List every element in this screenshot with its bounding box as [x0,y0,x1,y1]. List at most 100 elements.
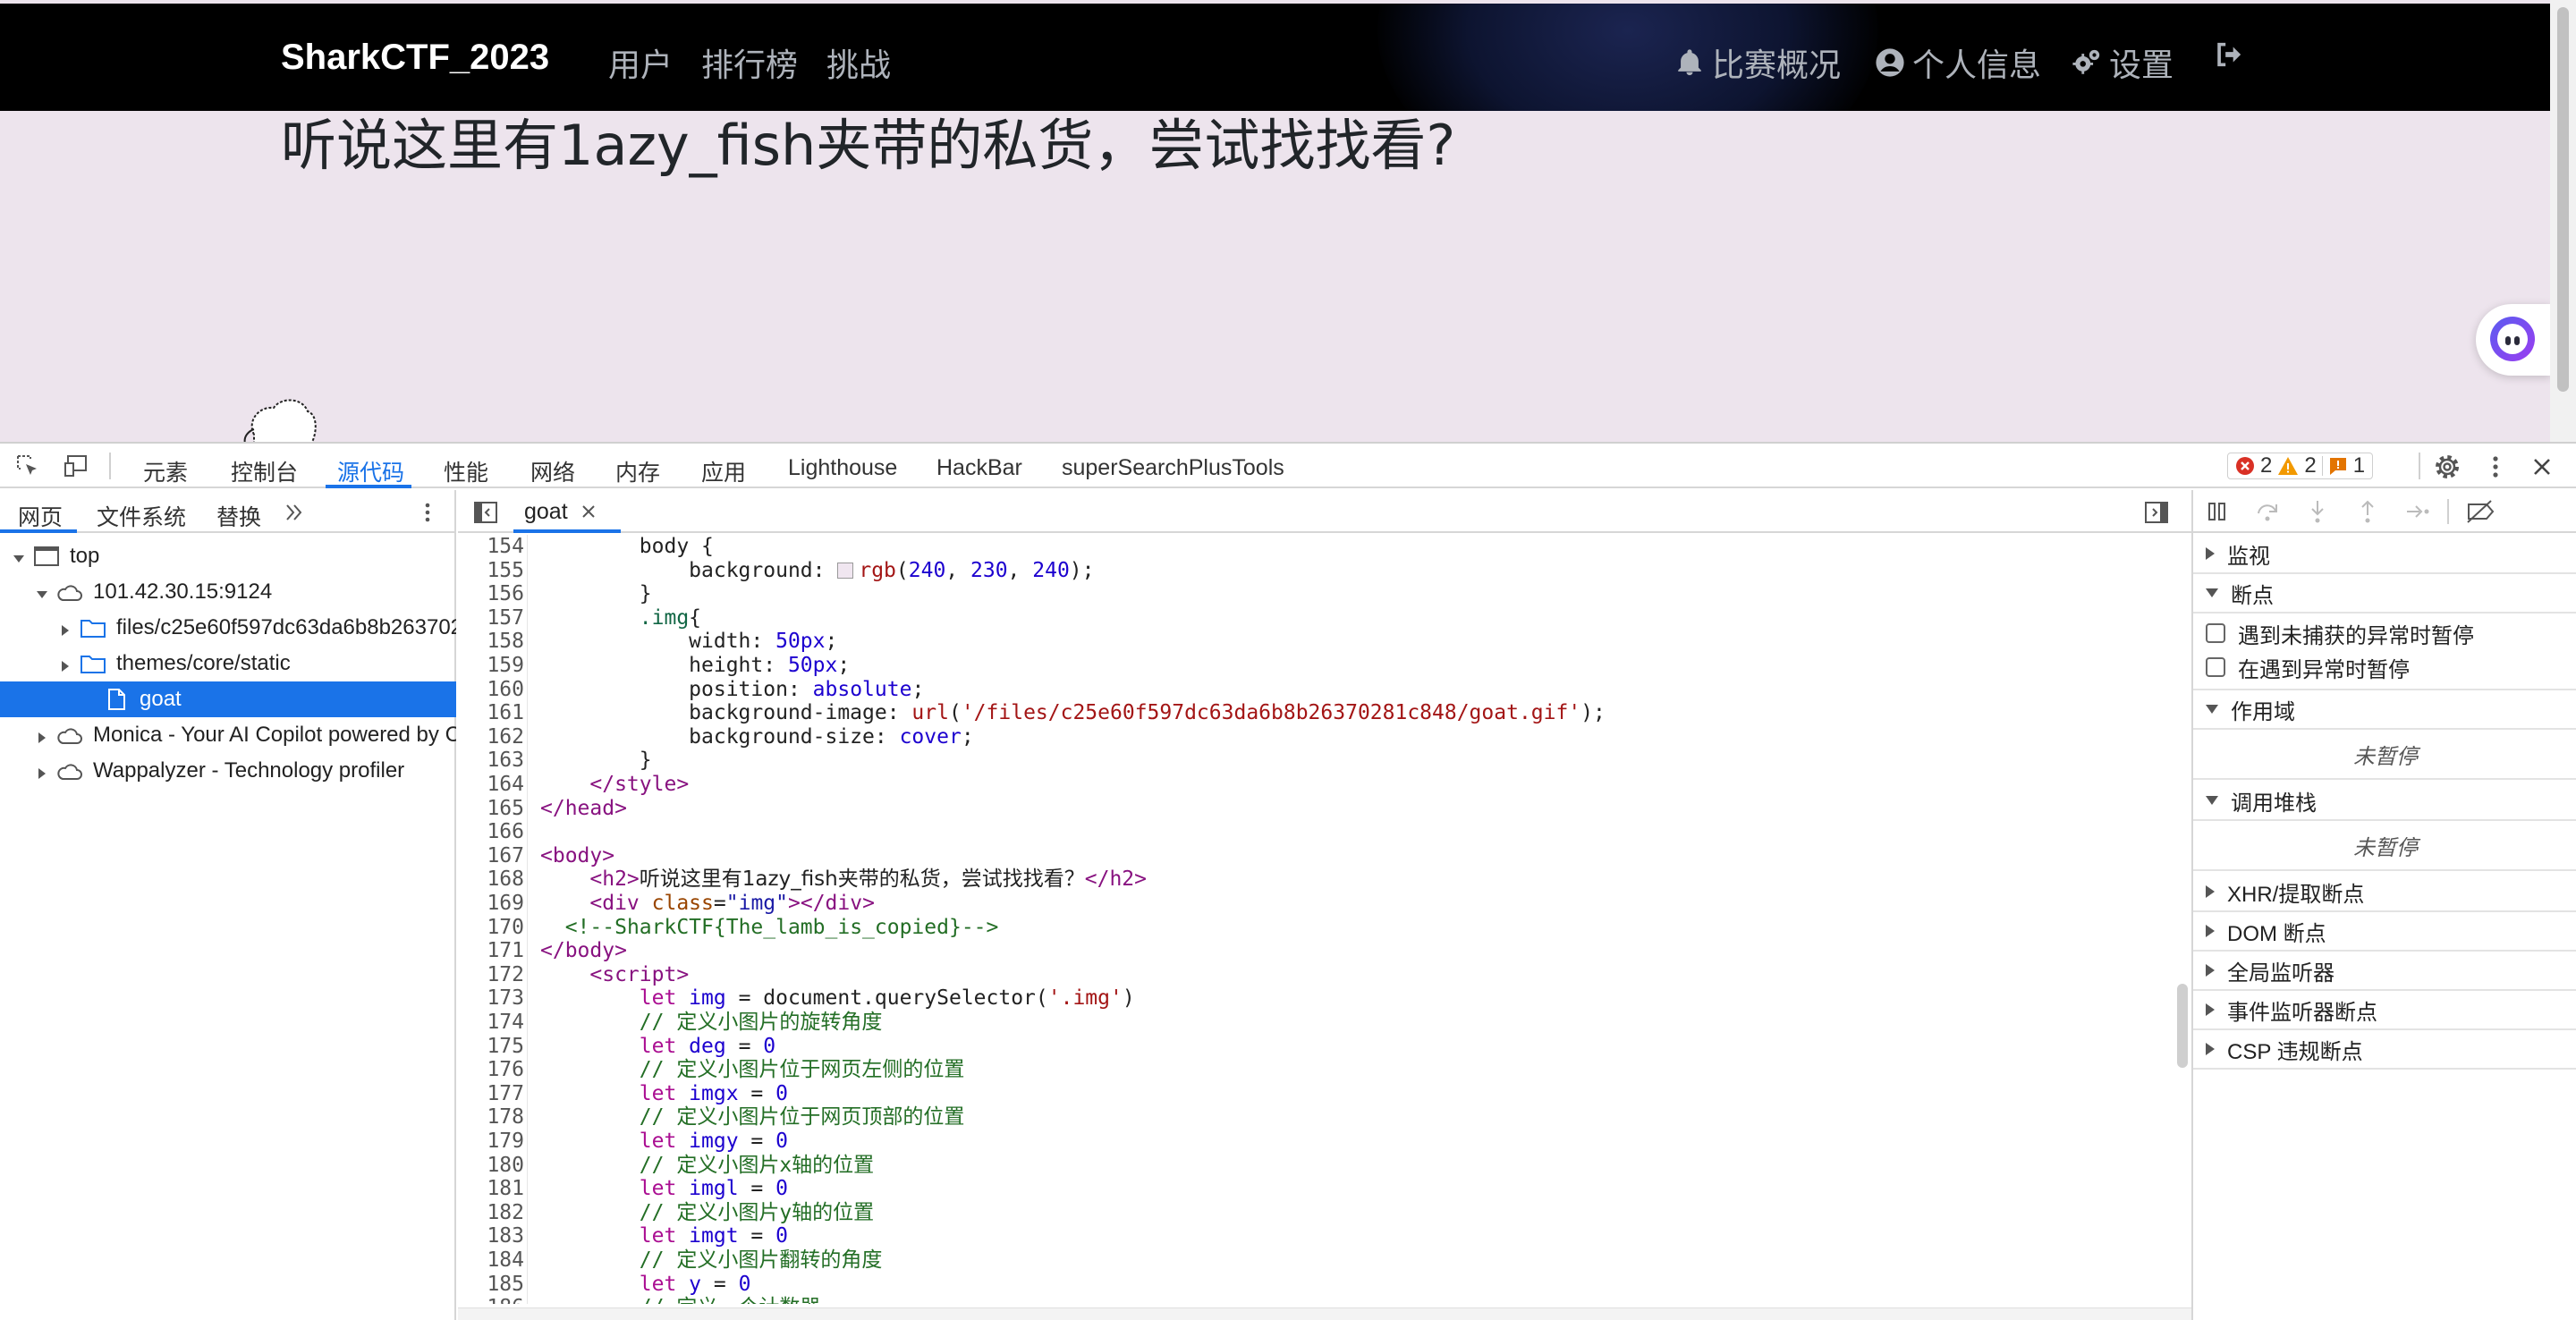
section-event-listener-breakpoints[interactable]: 事件监听器断点 [2193,991,2576,1030]
nav-logout[interactable] [2213,39,2243,70]
editor-vertical-scrollbar[interactable] [2174,535,2191,1304]
line-number[interactable]: 159 [458,654,524,678]
tree-item[interactable]: top [0,538,456,574]
line-number[interactable]: 185 [458,1273,524,1297]
line-number[interactable]: 174 [458,1011,524,1035]
line-number[interactable]: 158 [458,630,524,654]
tree-item[interactable]: Monica - Your AI Copilot powered by Chat… [0,717,456,753]
collapse-arrow-icon[interactable] [34,727,50,743]
inspect-element-icon[interactable] [14,453,41,479]
navigator-tab-filesystem[interactable]: 文件系统 [97,500,186,532]
editor-scrollbar-thumb[interactable] [2177,984,2188,1068]
section-watch[interactable]: 监视 [2193,535,2576,574]
line-number[interactable]: 157 [458,606,524,630]
section-xhr-breakpoints[interactable]: XHR/提取断点 [2193,873,2576,912]
collapse-arrow-icon[interactable] [57,620,73,636]
tab-supersearchplustools[interactable]: superSearchPlusTools [1062,455,1284,481]
pause-caught-exceptions[interactable]: 在遇到异常时暂停 [2193,651,2576,683]
tab-sources[interactable]: 源代码 [337,455,404,487]
line-number[interactable]: 176 [458,1058,524,1082]
issue-counters[interactable]: 2 2 1 [2227,453,2374,479]
tree-item[interactable]: goat [0,681,456,717]
line-number[interactable]: 156 [458,582,524,606]
line-number[interactable]: 178 [458,1105,524,1130]
line-number[interactable]: 183 [458,1224,524,1248]
line-number[interactable]: 173 [458,986,524,1011]
line-number[interactable]: 163 [458,749,524,773]
section-breakpoints[interactable]: 断点 [2193,574,2576,613]
deactivate-breakpoints-icon[interactable] [2465,498,2496,525]
site-brand[interactable]: SharkCTF_2023 [281,38,549,78]
line-number[interactable]: 167 [458,844,524,868]
checkbox[interactable] [2206,657,2225,677]
line-number[interactable]: 179 [458,1130,524,1154]
line-number[interactable]: 166 [458,820,524,844]
page-scrollbar-thumb[interactable] [2557,7,2569,392]
pause-uncaught-exceptions[interactable]: 遇到未捕获的异常时暂停 [2193,617,2576,649]
line-number[interactable]: 169 [458,892,524,916]
editor-file-tab[interactable]: goat [524,490,597,533]
navigator-tab-overrides[interactable]: 替换 [216,500,261,532]
line-number[interactable]: 160 [458,678,524,702]
nav-scoreboard[interactable]: 排行榜 [701,39,798,86]
line-number[interactable]: 155 [458,559,524,583]
section-dom-breakpoints[interactable]: DOM 断点 [2193,912,2576,952]
line-number[interactable]: 172 [458,963,524,987]
settings-gear-icon[interactable] [2433,453,2462,481]
line-number[interactable]: 175 [458,1035,524,1059]
line-number-gutter[interactable]: 1531541551561571581591601611621631641651… [458,535,528,1304]
collapse-arrow-icon[interactable] [57,656,73,672]
nav-profile[interactable]: 个人信息 [1875,39,2041,86]
navigator-menu-icon[interactable] [417,501,438,524]
line-number[interactable]: 186 [458,1296,524,1304]
line-number[interactable]: 168 [458,867,524,892]
collapse-arrow-icon[interactable] [34,763,50,779]
nav-users[interactable]: 用户 [608,39,673,86]
line-number[interactable]: 161 [458,701,524,725]
tab-memory[interactable]: 内存 [615,455,660,487]
navigator-tab-page[interactable]: 网页 [18,500,63,532]
section-call-stack[interactable]: 调用堆栈 [2193,782,2576,821]
code-area[interactable]: 1531541551561571581591601611621631641651… [458,535,2191,1304]
expand-arrow-icon[interactable] [11,548,27,564]
close-devtools-icon[interactable] [2528,453,2556,481]
nav-challenges[interactable]: 挑战 [826,39,891,86]
toggle-debugger-icon[interactable] [2143,499,2170,526]
line-number[interactable]: 171 [458,939,524,963]
tree-item[interactable]: Wappalyzer - Technology profiler [0,753,456,789]
line-number[interactable]: 180 [458,1154,524,1178]
tab-console[interactable]: 控制台 [231,455,298,487]
line-number[interactable]: 170 [458,916,524,940]
tree-item[interactable]: 101.42.30.15:9124 [0,574,456,610]
toggle-navigator-icon[interactable] [472,499,499,526]
pause-resume-icon[interactable] [2204,498,2231,525]
line-number[interactable]: 165 [458,797,524,821]
expand-arrow-icon[interactable] [34,584,50,600]
tab-application[interactable]: 应用 [701,455,746,487]
section-global-listeners[interactable]: 全局监听器 [2193,952,2576,991]
checkbox[interactable] [2206,623,2225,643]
page-scrollbar[interactable] [2550,0,2576,442]
section-csp-breakpoints[interactable]: CSP 违规断点 [2193,1030,2576,1070]
line-number[interactable]: 154 [458,535,524,559]
tree-item[interactable]: themes/core/static [0,646,456,681]
tab-hackbar[interactable]: HackBar [936,455,1022,481]
tab-performance[interactable]: 性能 [444,455,488,487]
line-number[interactable]: 181 [458,1177,524,1201]
line-number[interactable]: 164 [458,773,524,797]
line-number[interactable]: 182 [458,1201,524,1225]
close-tab-icon[interactable] [580,503,597,520]
line-number[interactable]: 184 [458,1248,524,1273]
device-toolbar-icon[interactable] [63,453,89,479]
tree-item[interactable]: files/c25e60f597dc63da6b8b26370281c848 [0,610,456,646]
line-number[interactable]: 177 [458,1082,524,1106]
nav-settings[interactable]: 设置 [2072,39,2174,86]
nav-notifications[interactable]: 比赛概况 [1674,39,1841,86]
tab-network[interactable]: 网络 [530,455,575,487]
tab-elements[interactable]: 元素 [143,455,188,487]
monica-assistant-button[interactable] [2476,304,2551,376]
tab-lighthouse[interactable]: Lighthouse [788,455,897,481]
chevron-double-right-icon[interactable] [283,501,306,524]
editor-horizontal-scrollbar[interactable] [458,1307,2191,1320]
line-number[interactable]: 162 [458,725,524,749]
